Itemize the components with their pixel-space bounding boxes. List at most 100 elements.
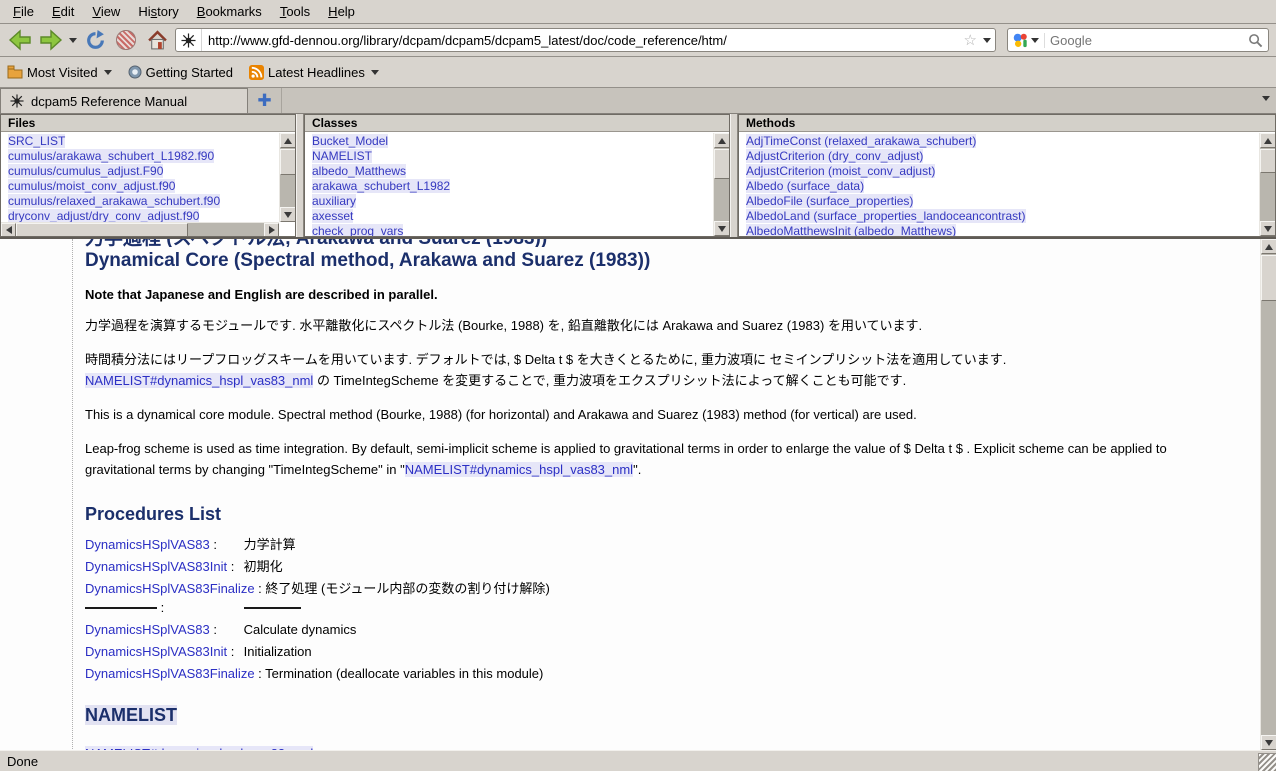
- bookmark-getting-started[interactable]: Getting Started: [128, 65, 233, 80]
- scroll-down-button[interactable]: [714, 221, 730, 236]
- list-item[interactable]: NAMELIST: [312, 149, 713, 164]
- menu-item[interactable]: Help: [319, 1, 364, 22]
- scrollbar-thumb[interactable]: [16, 223, 188, 237]
- url-dropdown-caret[interactable]: [983, 38, 991, 43]
- paragraph-text: 時間積分法にはリープフロッグスキームを用いています. デフォルトでは, $ De…: [85, 352, 1006, 367]
- methods-vertical-scrollbar[interactable]: [1259, 133, 1275, 236]
- procedure-link[interactable]: DynamicsHSplVAS83Finalize: [85, 581, 255, 596]
- frame-divider[interactable]: [730, 114, 738, 237]
- list-item[interactable]: AlbedoMatthewsInit (albedo_Matthews): [746, 224, 1259, 236]
- list-item[interactable]: axesset: [312, 209, 713, 224]
- bookmark-latest-headlines[interactable]: Latest Headlines: [249, 65, 379, 80]
- reload-button[interactable]: [82, 27, 108, 53]
- list-item[interactable]: arakawa_schubert_L1982: [312, 179, 713, 194]
- procedure-link[interactable]: DynamicsHSplVAS83Init: [85, 644, 227, 659]
- url-input[interactable]: [208, 33, 964, 48]
- classes-list: Bucket_ModelNAMELISTalbedo_Matthewsaraka…: [305, 133, 713, 236]
- forward-button[interactable]: [38, 27, 64, 53]
- menu-item[interactable]: Bookmarks: [188, 1, 271, 22]
- scroll-down-button[interactable]: [1260, 221, 1276, 236]
- colon-separator: :: [157, 600, 164, 615]
- scrollbar-thumb[interactable]: [1261, 255, 1276, 301]
- search-engine-caret: [1031, 38, 1039, 43]
- procedure-link[interactable]: DynamicsHSplVAS83Init: [85, 559, 227, 574]
- tab-dcpam5-reference-manual[interactable]: dcpam5 Reference Manual: [0, 88, 248, 113]
- scroll-up-button[interactable]: [1260, 133, 1276, 148]
- procedure-row: :: [85, 600, 1244, 615]
- scrollbar-thumb[interactable]: [280, 149, 296, 175]
- paragraph-jp-2: 時間積分法にはリープフロッグスキームを用いています. デフォルトでは, $ De…: [85, 349, 1225, 391]
- classes-frame-title: Classes: [305, 115, 729, 132]
- scroll-up-button[interactable]: [1261, 239, 1276, 254]
- procedure-row: DynamicsHSplVAS83Finalize : 終了処理 (モジュール内…: [85, 578, 1244, 593]
- menu-item[interactable]: File: [4, 1, 43, 22]
- classes-vertical-scrollbar[interactable]: [713, 133, 729, 236]
- index-frames: Files SRC_LISTcumulus/arakawa_schubert_L…: [0, 114, 1276, 237]
- scrollbar-thumb[interactable]: [714, 149, 730, 179]
- tab-bar: dcpam5 Reference Manual ✚: [0, 88, 1276, 114]
- list-item[interactable]: cumulus/arakawa_schubert_L1982.f90: [8, 149, 279, 164]
- list-item[interactable]: SRC_LIST: [8, 134, 279, 149]
- menu-item[interactable]: History: [129, 1, 187, 22]
- search-bar[interactable]: [1007, 28, 1269, 52]
- new-tab-button[interactable]: ✚: [248, 88, 282, 113]
- menu-item[interactable]: View: [83, 1, 129, 22]
- menu-item[interactable]: Edit: [43, 1, 83, 22]
- url-bar[interactable]: ☆: [175, 28, 996, 52]
- menu-item[interactable]: Tools: [271, 1, 319, 22]
- procedure-link[interactable]: DynamicsHSplVAS83Finalize: [85, 666, 255, 681]
- home-button[interactable]: [144, 27, 170, 53]
- procedure-description: [244, 607, 301, 609]
- scroll-left-button[interactable]: [1, 223, 16, 237]
- scroll-down-button[interactable]: [280, 207, 296, 222]
- list-item[interactable]: AdjustCriterion (moist_conv_adjust): [746, 164, 1259, 179]
- window-resize-grip[interactable]: [1258, 753, 1276, 771]
- list-item[interactable]: AlbedoFile (surface_properties): [746, 194, 1259, 209]
- namelist-inline-link[interactable]: NAMELIST#dynamics_hspl_vas83_nml: [405, 462, 633, 477]
- frame-divider[interactable]: [296, 114, 304, 237]
- procedure-link[interactable]: [85, 607, 157, 609]
- procedure-link[interactable]: DynamicsHSplVAS83: [85, 622, 210, 637]
- list-item[interactable]: cumulus/relaxed_arakawa_schubert.f90: [8, 194, 279, 209]
- files-horizontal-scrollbar[interactable]: [1, 222, 279, 236]
- stop-button[interactable]: [113, 27, 139, 53]
- list-item[interactable]: cumulus/moist_conv_adjust.f90: [8, 179, 279, 194]
- list-item[interactable]: albedo_Matthews: [312, 164, 713, 179]
- procedure-link[interactable]: DynamicsHSplVAS83: [85, 537, 210, 552]
- folder-icon: [7, 65, 23, 79]
- procedure-row: DynamicsHSplVAS83 : Calculate dynamics: [85, 622, 1244, 637]
- scroll-right-button[interactable]: [264, 223, 279, 237]
- menu-bar: File Edit View History Bookmarks Tools H…: [0, 0, 1276, 24]
- list-item[interactable]: dryconv_adjust/dry_conv_adjust.f90: [8, 209, 279, 222]
- rss-feed-icon: [249, 65, 264, 80]
- bookmark-label: Getting Started: [146, 65, 233, 80]
- bookmarks-toolbar: Most Visited Getting Started Latest Head…: [0, 57, 1276, 88]
- bookmark-star-icon[interactable]: ☆: [964, 31, 977, 49]
- list-item[interactable]: Albedo (surface_data): [746, 179, 1259, 194]
- list-item[interactable]: Bucket_Model: [312, 134, 713, 149]
- list-item[interactable]: auxiliary: [312, 194, 713, 209]
- scrollbar-thumb[interactable]: [1260, 149, 1276, 173]
- main-vertical-scrollbar[interactable]: [1260, 239, 1276, 750]
- history-dropdown-caret[interactable]: [69, 38, 77, 43]
- procedure-row: DynamicsHSplVAS83Finalize : Termination …: [85, 666, 1244, 681]
- list-item[interactable]: AdjTimeConst (relaxed_arakawa_schubert): [746, 134, 1259, 149]
- scroll-down-button[interactable]: [1261, 735, 1276, 750]
- files-frame: Files SRC_LISTcumulus/arakawa_schubert_L…: [0, 114, 296, 237]
- bookmark-most-visited[interactable]: Most Visited: [7, 65, 112, 80]
- search-engine-selector[interactable]: [1013, 33, 1045, 48]
- back-arrow-icon: [8, 28, 32, 52]
- search-input[interactable]: [1050, 33, 1248, 48]
- scroll-up-button[interactable]: [280, 133, 296, 148]
- list-item[interactable]: AlbedoLand (surface_properties_landocean…: [746, 209, 1259, 224]
- list-all-tabs-caret[interactable]: [1262, 96, 1270, 101]
- list-item[interactable]: AdjustCriterion (dry_conv_adjust): [746, 149, 1259, 164]
- files-vertical-scrollbar[interactable]: [279, 133, 295, 222]
- list-item[interactable]: check_prog_vars: [312, 224, 713, 236]
- namelist-inline-link[interactable]: NAMELIST#dynamics_hspl_vas83_nml: [85, 373, 313, 388]
- back-button[interactable]: [7, 27, 33, 53]
- paragraph-text: ".: [633, 462, 641, 477]
- list-item[interactable]: cumulus/cumulus_adjust.F90: [8, 164, 279, 179]
- scroll-up-button[interactable]: [714, 133, 730, 148]
- magnifier-icon[interactable]: [1248, 33, 1263, 48]
